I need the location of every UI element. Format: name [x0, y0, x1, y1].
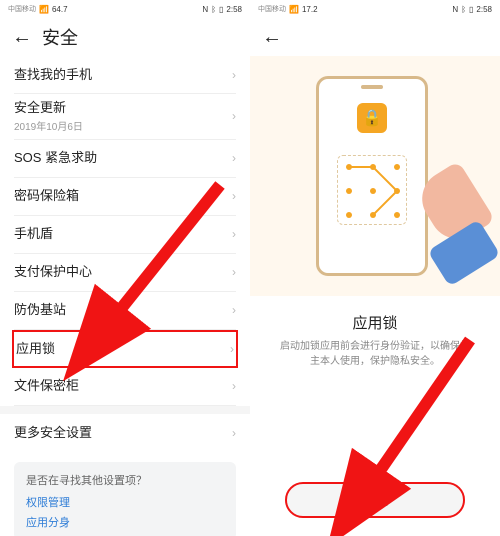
row-sos[interactable]: SOS 紧急求助 › — [14, 140, 236, 178]
signal-icon: 📶 — [289, 5, 299, 14]
row-sub: 2019年10月6日 — [14, 118, 83, 133]
row-label: SOS 紧急求助 — [14, 150, 97, 166]
row-phone-shield[interactable]: 手机盾 › — [14, 216, 236, 254]
chevron-right-icon: › — [232, 265, 236, 279]
pattern-icon — [337, 155, 407, 225]
header: ← — [250, 18, 500, 56]
row-find-my-phone[interactable]: 查找我的手机 › — [14, 56, 236, 94]
net-speed: 64.7 — [52, 5, 68, 14]
signal-icon: 📶 — [39, 5, 49, 14]
bt-icon: ᛒ — [461, 5, 466, 14]
row-app-lock[interactable]: 应用锁 › — [12, 330, 238, 368]
row-file-safe[interactable]: 文件保密柜 › — [14, 368, 236, 406]
row-label: 安全更新 — [14, 100, 83, 116]
row-label: 查找我的手机 — [14, 67, 92, 83]
illustration: 🔒 — [250, 56, 500, 296]
chevron-right-icon: › — [232, 227, 236, 241]
row-label: 手机盾 — [14, 226, 53, 242]
hint-link-app-twin[interactable]: 应用分身 — [26, 514, 224, 530]
back-icon[interactable]: ← — [12, 26, 32, 49]
status-bar: 中国移动 📶 17.2 N ᛒ ▯ 2:58 — [250, 0, 500, 18]
row-password-vault[interactable]: 密码保险箱 › — [14, 178, 236, 216]
clock: 2:58 — [226, 5, 242, 14]
carrier-label: 中国移动 — [8, 4, 36, 14]
row-label: 更多安全设置 — [14, 425, 92, 441]
chevron-right-icon: › — [232, 151, 236, 165]
chevron-right-icon: › — [232, 109, 236, 123]
nfc-icon: N — [202, 5, 208, 14]
header: ← 安全 — [0, 18, 250, 56]
clock: 2:58 — [476, 5, 492, 14]
hint-question: 是否在寻找其他设置项？ — [26, 472, 224, 488]
enable-button[interactable]: 开启 — [285, 482, 465, 518]
row-security-update[interactable]: 安全更新 2019年10月6日 › — [14, 94, 236, 140]
status-bar: 中国移动 📶 64.7 N ᛒ ▯ 2:58 — [0, 0, 250, 18]
feature-desc: 启动加锁应用前会进行身份验证，以确保机主本人使用，保护隐私安全。 — [250, 333, 500, 369]
back-icon[interactable]: ← — [262, 26, 282, 49]
row-label: 密码保险箱 — [14, 188, 79, 204]
row-label: 应用锁 — [16, 341, 55, 357]
chevron-right-icon: › — [232, 68, 236, 82]
chevron-right-icon: › — [232, 189, 236, 203]
chevron-right-icon: › — [230, 342, 234, 356]
nfc-icon: N — [452, 5, 458, 14]
chevron-right-icon: › — [232, 303, 236, 317]
hint-link-permissions[interactable]: 权限管理 — [26, 494, 224, 510]
settings-list: 查找我的手机 › 安全更新 2019年10月6日 › SOS 紧急求助 › 密码保险箱 ›… — [0, 56, 250, 452]
hand-icon — [412, 166, 482, 266]
row-more-security[interactable]: 更多安全设置 › — [14, 414, 236, 452]
row-label: 防伪基站 — [14, 302, 66, 318]
lock-icon: 🔒 — [357, 103, 387, 133]
row-label: 文件保密柜 — [14, 378, 79, 394]
row-fake-base-station[interactable]: 防伪基站 › — [14, 292, 236, 330]
hint-box: 是否在寻找其他设置项？ 权限管理 应用分身 — [14, 462, 236, 536]
feature-title: 应用锁 — [250, 312, 500, 333]
app-lock-intro-screen: 中国移动 📶 17.2 N ᛒ ▯ 2:58 ← 🔒 — [250, 0, 500, 536]
row-label: 支付保护中心 — [14, 264, 92, 280]
battery-icon: ▯ — [219, 5, 223, 14]
chevron-right-icon: › — [232, 426, 236, 440]
enable-button-label: 开启 — [361, 490, 389, 510]
net-speed: 17.2 — [302, 5, 318, 14]
carrier-label: 中国移动 — [258, 4, 286, 14]
battery-icon: ▯ — [469, 5, 473, 14]
section-gap — [0, 406, 250, 414]
settings-security-screen: 中国移动 📶 64.7 N ᛒ ▯ 2:58 ← 安全 查找我的手机 › 安全更新… — [0, 0, 250, 536]
bt-icon: ᛒ — [211, 5, 216, 14]
chevron-right-icon: › — [232, 379, 236, 393]
row-payment-protect[interactable]: 支付保护中心 › — [14, 254, 236, 292]
page-title: 安全 — [42, 24, 78, 50]
